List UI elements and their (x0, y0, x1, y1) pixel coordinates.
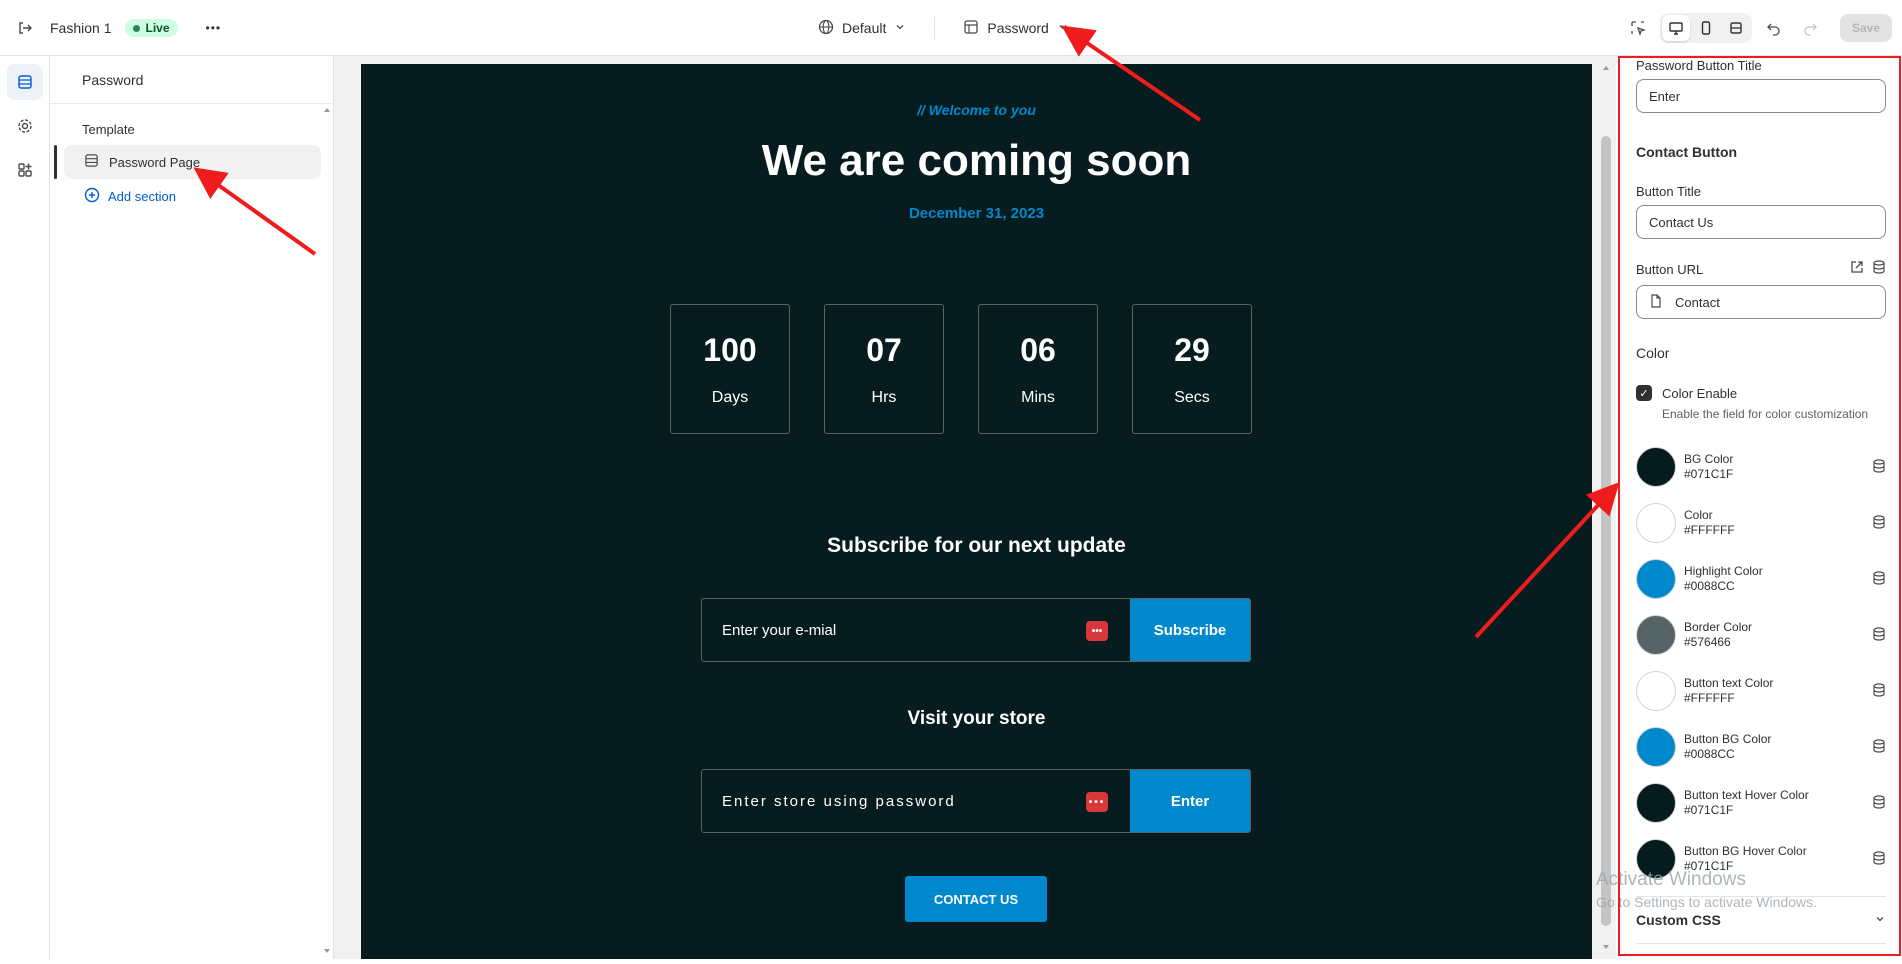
live-badge: Live (125, 19, 178, 37)
exit-icon[interactable] (14, 17, 36, 39)
save-button[interactable]: Save (1839, 14, 1892, 42)
headline: We are coming soon (761, 136, 1192, 185)
password-input[interactable]: Enter store using password ••• (702, 770, 1130, 832)
sections-icon[interactable] (7, 64, 43, 100)
add-section-button[interactable]: Add section (50, 179, 333, 213)
live-label: Live (145, 21, 170, 35)
redo-icon[interactable] (1796, 15, 1824, 41)
countdown-label: Secs (1174, 388, 1210, 406)
password-form: Enter store using password ••• Enter (701, 769, 1251, 833)
email-placeholder: Enter your e-mial (722, 621, 837, 639)
template-heading: Template (82, 122, 135, 137)
countdown-value: 100 (703, 331, 757, 368)
sidebar-header: Password (50, 56, 333, 104)
visit-store-title: Visit your store (907, 708, 1046, 729)
device-switcher (1659, 13, 1752, 43)
apps-icon[interactable] (7, 152, 43, 188)
chevron-down-icon (1057, 20, 1069, 36)
countdown-label: Mins (1021, 388, 1055, 406)
left-rail (0, 56, 50, 959)
page-dropdown-label: Password (987, 20, 1049, 36)
annotation-highlight-box (1618, 56, 1901, 956)
enter-button[interactable]: Enter (1130, 770, 1250, 832)
top-bar: Fashion 1 Live ••• Default Password Save (0, 0, 1902, 56)
preview-scrollbar[interactable] (1596, 56, 1616, 959)
countdown-minutes: 06 Mins (978, 304, 1098, 434)
password-manager-icon[interactable]: ••• (1086, 792, 1108, 812)
sidebar-scrollbar[interactable] (321, 104, 333, 959)
section-icon (84, 153, 99, 171)
countdown: 100 Days 07 Hrs 06 Mins 29 Secs (670, 304, 1252, 434)
countdown-label: Days (711, 388, 749, 406)
plus-circle-icon (84, 187, 100, 206)
sidebar-item-password-page[interactable]: Password Page (54, 145, 321, 179)
layout-icon (963, 19, 979, 38)
undo-icon[interactable] (1760, 15, 1788, 41)
countdown-value: 06 (1020, 331, 1056, 368)
password-manager-icon[interactable]: ••• (1086, 621, 1108, 641)
password-placeholder: Enter store using password (722, 792, 956, 810)
subscribe-form: Enter your e-mial ••• Subscribe (701, 598, 1251, 662)
theme-dropdown[interactable]: Default (810, 13, 914, 44)
countdown-value: 07 (866, 331, 902, 368)
inspector-icon[interactable] (1624, 15, 1652, 41)
countdown-hours: 07 Hrs (824, 304, 944, 434)
mobile-icon[interactable] (1692, 15, 1720, 41)
welcome-text: // Welcome to you (917, 102, 1036, 118)
countdown-days: 100 Days (670, 304, 790, 434)
subscribe-button[interactable]: Subscribe (1130, 599, 1250, 661)
live-dot-icon (133, 24, 141, 32)
subscribe-title: Subscribe for our next update (827, 534, 1126, 557)
countdown-value: 29 (1174, 331, 1210, 368)
email-input[interactable]: Enter your e-mial ••• (702, 599, 1130, 661)
fullscreen-icon[interactable] (1722, 15, 1750, 41)
theme-dropdown-label: Default (842, 20, 887, 36)
countdown-label: Hrs (871, 388, 897, 406)
globe-icon (818, 19, 834, 38)
desktop-icon[interactable] (1661, 15, 1690, 41)
settings-gear-icon[interactable] (7, 108, 43, 144)
page-dropdown[interactable]: Password (955, 13, 1076, 44)
countdown-seconds: 29 Secs (1132, 304, 1252, 434)
sections-sidebar: Password Template Password Page Add sect… (50, 56, 334, 959)
add-section-label: Add section (108, 188, 176, 204)
store-name: Fashion 1 (50, 20, 112, 36)
divider (934, 17, 936, 39)
password-page-preview: // Welcome to you We are coming soon Dec… (361, 64, 1592, 959)
preview-area: // Welcome to you We are coming soon Dec… (334, 56, 1616, 959)
launch-date: December 31, 2023 (908, 205, 1045, 222)
more-options-button[interactable]: ••• (206, 21, 222, 35)
sidebar-item-label: Password Page (109, 154, 201, 170)
chevron-down-icon (894, 20, 906, 36)
contact-us-button[interactable]: CONTACT US (905, 876, 1047, 922)
scrollbar-thumb[interactable] (1601, 136, 1611, 926)
